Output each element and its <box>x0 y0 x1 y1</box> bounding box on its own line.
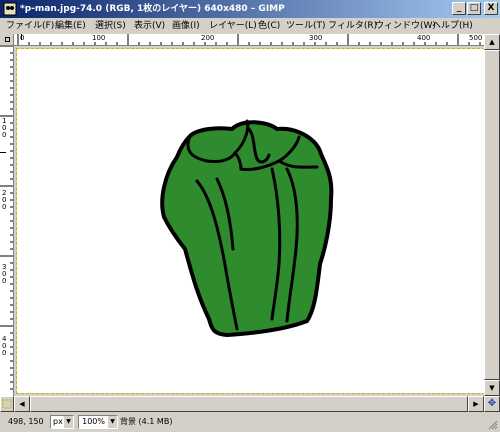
ruler-label: 300 <box>309 34 323 42</box>
menu-tools[interactable]: ツール(T) <box>286 18 326 34</box>
layer-info: 背景 (4.1 MB) <box>120 417 173 426</box>
ruler-label: 400 <box>417 34 431 42</box>
ruler-label: 400 <box>2 335 7 357</box>
chevron-down-icon[interactable]: ▼ <box>64 416 73 428</box>
ruler-label: 100 <box>2 117 7 139</box>
scroll-down-button[interactable]: ▼ <box>484 380 500 396</box>
scroll-up-button[interactable]: ▲ <box>484 34 500 50</box>
pointer-position-marker <box>0 152 6 153</box>
close-button[interactable]: X <box>484 2 498 15</box>
ruler-corner[interactable] <box>0 34 14 46</box>
scroll-left-button[interactable]: ◀ <box>14 396 30 412</box>
title-bar: *p-man.jpg-74.0 (RGB, 1枚のレイヤー) 640x480 –… <box>0 0 500 18</box>
ruler-label: 200 <box>2 189 7 211</box>
pointer-coordinates: 498, 150 <box>8 417 44 426</box>
horizontal-scrollbar-thumb[interactable] <box>30 396 468 412</box>
menu-image[interactable]: 画像(I) <box>172 18 200 34</box>
menu-bar: ファイル(F) 編集(E) 選択(S) 表示(V) 画像(I) レイヤー(L) … <box>0 18 500 34</box>
status-bar: 498, 150 px ▼ 100% ▼ 背景 (4.1 MB) <box>0 412 500 432</box>
vertical-scrollbar[interactable]: ▲ ▼ <box>484 34 500 396</box>
gimp-app-icon[interactable] <box>3 2 17 16</box>
vertical-scrollbar-thumb[interactable] <box>484 50 500 380</box>
canvas-area[interactable] <box>14 46 485 396</box>
menu-layer[interactable]: レイヤー(L) <box>209 18 257 34</box>
image-canvas[interactable] <box>16 48 485 394</box>
chevron-down-icon[interactable]: ▼ <box>108 416 117 428</box>
maximize-button[interactable]: □ <box>467 2 481 15</box>
minimize-button[interactable]: _ <box>452 2 466 15</box>
horizontal-scrollbar[interactable]: ◀ ▶ <box>14 396 484 412</box>
scroll-right-button[interactable]: ▶ <box>468 396 484 412</box>
menu-view[interactable]: 表示(V) <box>134 18 165 34</box>
vertical-ruler[interactable]: 100 200 300 400 <box>0 46 14 396</box>
pointer-position-marker <box>21 34 22 40</box>
green-pepper-drawing <box>160 119 334 337</box>
menu-edit[interactable]: 編集(E) <box>55 18 86 34</box>
navigate-icon[interactable]: ✥ <box>484 396 500 412</box>
menu-windows[interactable]: ウィンドウ(W) <box>375 18 436 34</box>
menu-select[interactable]: 選択(S) <box>95 18 126 34</box>
ruler-label: 200 <box>201 34 215 42</box>
pepper-body <box>160 120 334 337</box>
ruler-corner-mark <box>5 37 10 42</box>
menu-help[interactable]: ヘルプ(H) <box>432 18 473 34</box>
menu-file[interactable]: ファイル(F) <box>6 18 54 34</box>
horizontal-ruler-ticks <box>17 34 481 45</box>
window-title: *p-man.jpg-74.0 (RGB, 1枚のレイヤー) 640x480 –… <box>20 4 285 14</box>
horizontal-ruler[interactable]: 0 100 200 300 400 500 <box>14 34 484 46</box>
quickmask-icon[interactable] <box>0 396 14 412</box>
ruler-label: 500 <box>469 34 483 42</box>
ruler-label: 100 <box>92 34 106 42</box>
ruler-label: 300 <box>2 263 7 285</box>
resize-grip-icon[interactable] <box>488 420 498 430</box>
menu-colors[interactable]: 色(C) <box>258 18 280 34</box>
menu-filters[interactable]: フィルタ(R) <box>328 18 377 34</box>
